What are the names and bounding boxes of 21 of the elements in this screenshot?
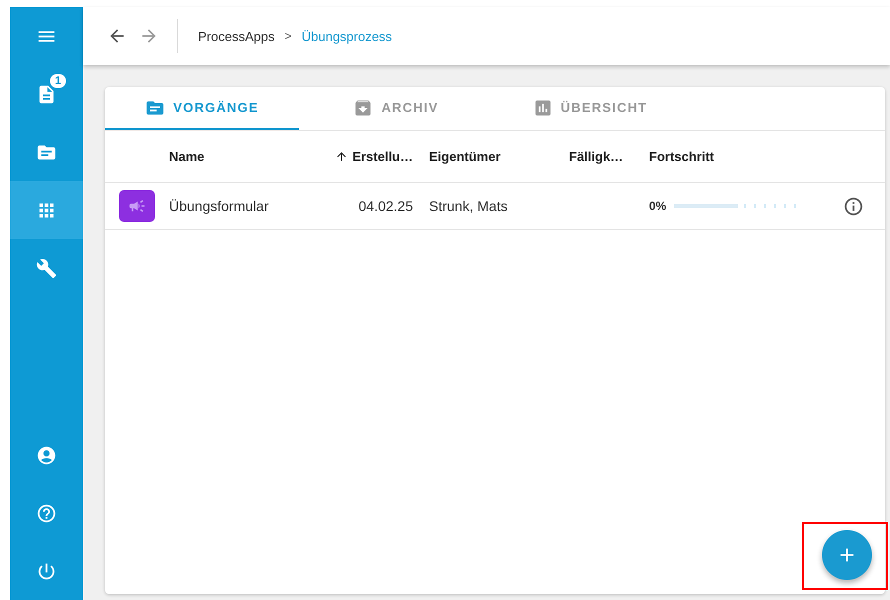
column-header[interactable]: Fälligk… bbox=[569, 149, 649, 164]
user-icon bbox=[36, 444, 57, 466]
wrench-icon bbox=[36, 258, 57, 278]
breadcrumb-separator: > bbox=[284, 29, 292, 43]
table-cell-text: Übungsformular bbox=[169, 198, 270, 214]
column-header[interactable]: Erstellu… bbox=[334, 149, 429, 164]
help-icon bbox=[36, 502, 57, 524]
column-header[interactable]: Eigentümer bbox=[429, 149, 569, 164]
archive-icon bbox=[353, 98, 374, 118]
breadcrumb-link[interactable]: ProcessApps bbox=[198, 28, 275, 44]
sort-arrow-icon bbox=[335, 150, 348, 163]
table-cell-text: Strunk, Mats bbox=[429, 198, 509, 214]
table-cell-text: 04.02.25 bbox=[358, 198, 414, 214]
column-header[interactable]: Name bbox=[169, 149, 334, 164]
column-header[interactable]: Fortschritt bbox=[649, 149, 837, 164]
megaphone-icon bbox=[119, 190, 155, 222]
sidebar-button[interactable] bbox=[10, 181, 83, 239]
progress-percent: 0% bbox=[649, 199, 666, 213]
power-icon bbox=[36, 560, 57, 582]
count-badge: 1 bbox=[50, 74, 66, 88]
chart-icon bbox=[532, 98, 553, 118]
